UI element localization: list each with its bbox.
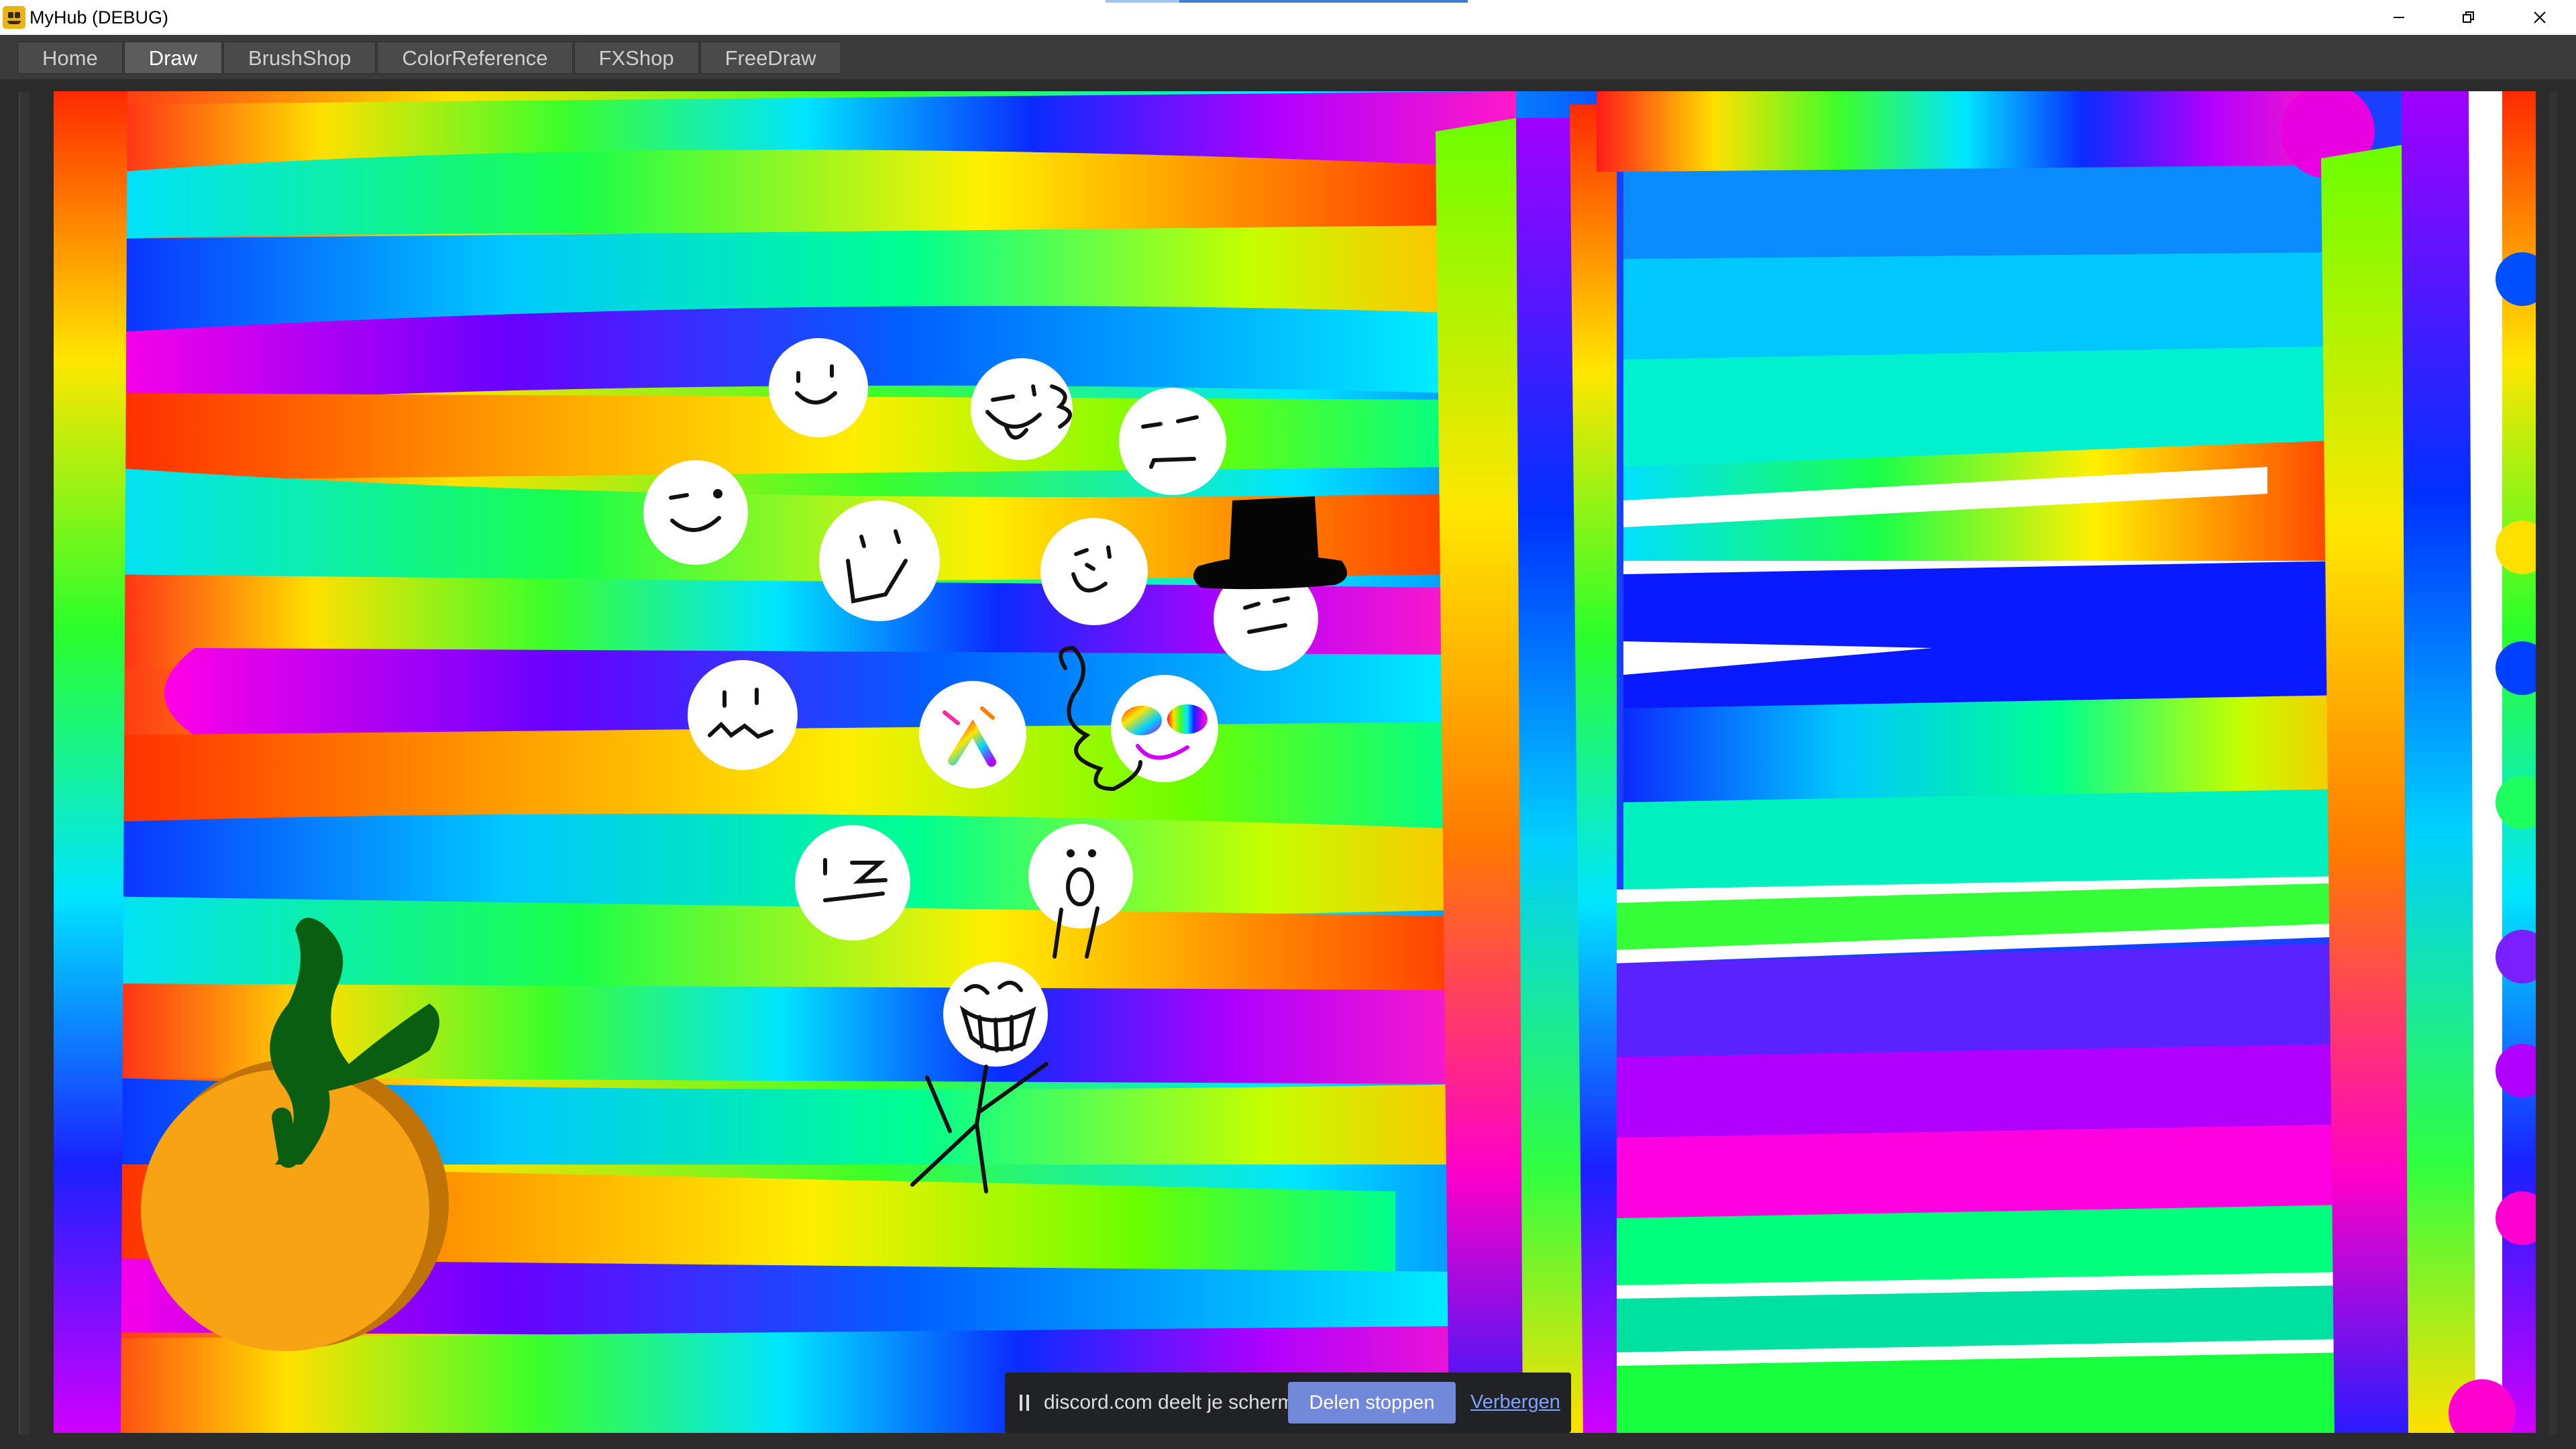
smirk-face [1040,518,1148,625]
screen-share-notification: discord.com deelt je scherm. Delen stopp… [1005,1373,1571,1433]
app-logo-icon [3,6,25,29]
grinning-face [943,962,1048,1067]
wink-face [643,460,748,565]
right-column-layer [2321,91,2536,1433]
drawing-canvas[interactable] [54,91,2536,1433]
tongue-out-face [971,358,1073,460]
minimize-icon [2394,17,2404,18]
right-scroll-gutter [2549,93,2557,1434]
rainbow-face [919,681,1026,788]
tab-bar: Home Draw BrushShop ColorReference FXSho… [0,35,2576,79]
restore-icon [2463,11,2474,23]
drawing-surface [54,91,2536,1433]
tab-strip: Home Draw BrushShop ColorReference FXSho… [17,42,843,74]
pause-icon [1020,1395,1029,1411]
title-accent-highlight [1106,0,1179,3]
tab-colorreference[interactable]: ColorReference [377,42,573,74]
window-title: MyHub (DEBUG) [30,7,169,28]
tab-draw[interactable]: Draw [123,42,223,74]
tab-freedraw[interactable]: FreeDraw [700,42,841,74]
title-bar: MyHub (DEBUG) [0,0,2576,35]
hide-link[interactable]: Verbergen [1470,1391,1560,1413]
sleepy-face [1119,388,1226,495]
tab-brushshop[interactable]: BrushShop [223,42,376,74]
smiley-face [769,338,868,437]
stop-sharing-button[interactable]: Delen stoppen [1288,1382,1456,1424]
annoyed-face [795,825,910,941]
minimize-button[interactable] [2364,0,2434,35]
left-edge-stroke [54,91,127,1433]
tab-home[interactable]: Home [17,42,123,74]
close-icon [2534,11,2546,23]
big-mouth-face [819,500,940,621]
share-message: discord.com deelt je scherm. [1044,1391,1300,1413]
restore-button[interactable] [2434,0,2504,35]
worried-face [688,660,798,770]
left-scroll-gutter [19,93,30,1434]
tab-fxshop[interactable]: FXShop [574,42,699,74]
close-button[interactable] [2505,0,2575,35]
